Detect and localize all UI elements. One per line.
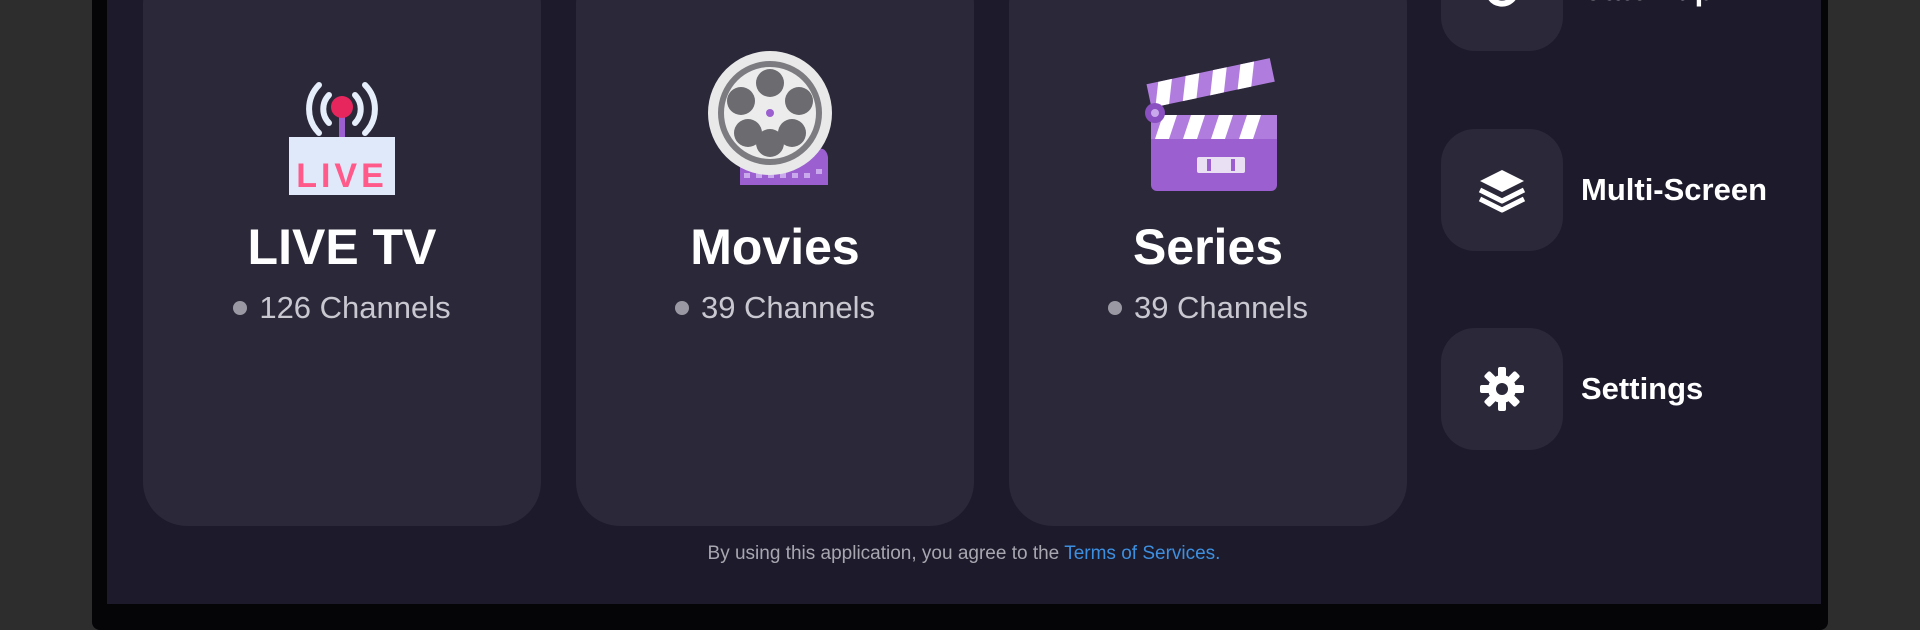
terms-footer: By using this application, you agree to … — [107, 543, 1821, 565]
series-card[interactable]: Series 39 Channels — [1009, 0, 1407, 526]
sidebar-item-settings[interactable]: Settings — [1441, 328, 1821, 450]
sidebar-item-label: Multi-Screen — [1581, 172, 1768, 207]
terms-text: By using this application, you agree to … — [707, 543, 1060, 564]
bullet-dot-icon — [233, 301, 248, 315]
svg-text:LIVE: LIVE — [296, 157, 388, 195]
film-reel-icon — [576, 45, 974, 195]
layers-icon — [1478, 170, 1526, 213]
card-channel-count: 39 Channels — [576, 290, 974, 326]
catch-up-button[interactable] — [1441, 0, 1563, 51]
card-title: Series — [1132, 219, 1284, 275]
sidebar-item-catch-up[interactable]: Catch up — [1441, 0, 1821, 51]
settings-button[interactable] — [1441, 328, 1563, 450]
gear-icon — [1480, 367, 1524, 411]
home-screen: LIVE LIVE TV 126 Channels Movies 39 Chan… — [107, 0, 1821, 604]
multi-screen-button[interactable] — [1441, 129, 1563, 251]
sidebar-item-label: Settings — [1581, 371, 1704, 406]
sidebar-item-multi-screen[interactable]: Multi-Screen — [1441, 129, 1821, 251]
sidebar-item-label: Catch up — [1581, 0, 1714, 8]
catch-up-icon — [1488, 0, 1516, 7]
movies-card[interactable]: Movies 39 Channels — [576, 0, 974, 526]
bullet-dot-icon — [1107, 301, 1122, 315]
bullet-dot-icon — [674, 301, 689, 315]
card-title: LIVE TV — [247, 219, 437, 275]
live-tv-antenna-icon: LIVE — [143, 45, 541, 195]
card-title: Movies — [690, 219, 860, 275]
terms-link[interactable]: Terms of Services. — [1064, 543, 1220, 564]
clapperboard-icon — [1009, 45, 1407, 195]
card-channel-count: 126 Channels — [143, 290, 541, 326]
live-tv-card[interactable]: LIVE LIVE TV 126 Channels — [143, 0, 541, 526]
card-channel-count: 39 Channels — [1009, 290, 1407, 326]
